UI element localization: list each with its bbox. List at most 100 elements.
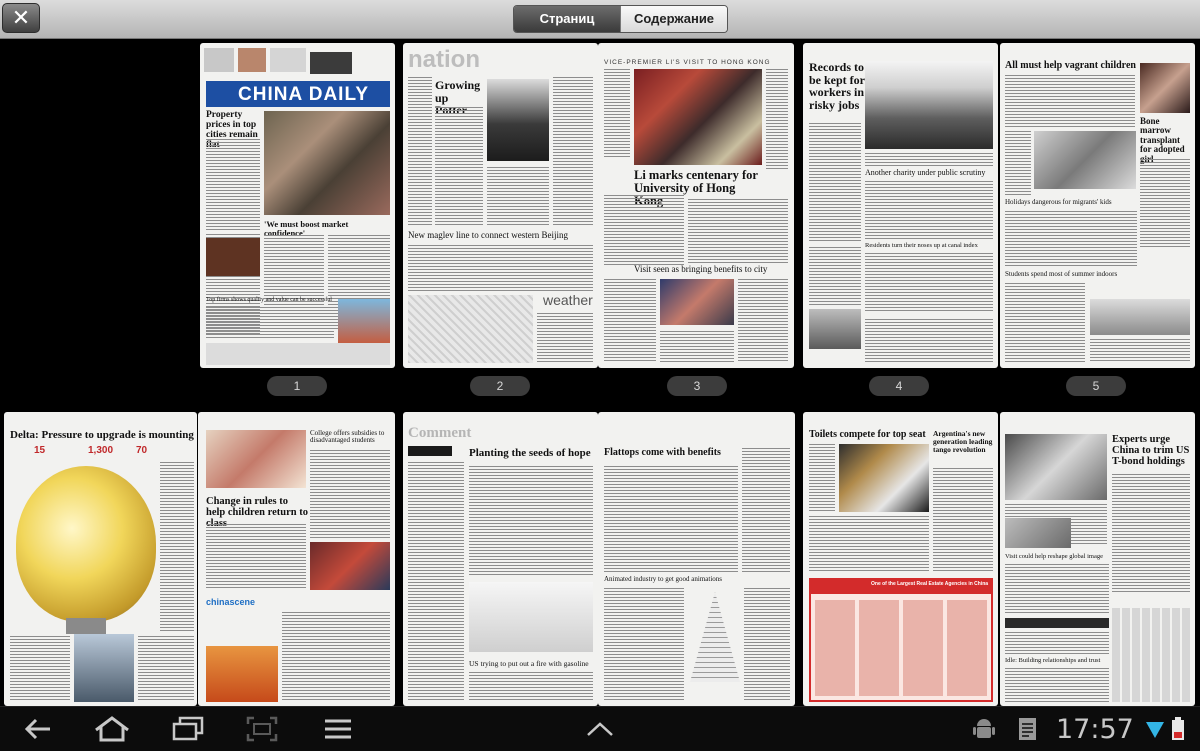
headline: Animated industry to get good animations bbox=[604, 575, 723, 583]
page-thumbnail-1[interactable]: CHINA DAILY Property prices in top citie… bbox=[200, 43, 395, 368]
page-thumbnail-8[interactable]: Comment Planting the seeds of hope US tr… bbox=[403, 412, 598, 706]
section-title: Comment bbox=[408, 425, 472, 441]
stat-figure: 1,300 bbox=[88, 445, 114, 456]
article-text bbox=[1005, 632, 1109, 654]
page-number-5[interactable]: 5 bbox=[1066, 376, 1126, 396]
teaser-text bbox=[270, 48, 306, 72]
battery-icon bbox=[1172, 717, 1184, 740]
page-thumbnail-4[interactable]: Records to be kept for workers in risky … bbox=[803, 43, 998, 368]
photo bbox=[1005, 518, 1071, 548]
article-text bbox=[1090, 339, 1190, 363]
page-thumbnail-5[interactable]: All must help vagrant children Bone marr… bbox=[1000, 43, 1195, 368]
photo bbox=[487, 79, 549, 161]
lead-photo bbox=[634, 69, 762, 165]
headline: Argentina's new generation leading tango… bbox=[933, 429, 993, 454]
headline: Experts urge China to trim US T-bond hol… bbox=[1112, 434, 1190, 468]
article-text bbox=[1005, 564, 1109, 614]
screenshot-icon[interactable] bbox=[244, 714, 280, 744]
photo bbox=[206, 430, 306, 488]
home-icon[interactable] bbox=[92, 714, 132, 744]
page-thumbnail-7[interactable]: College offers subsidies to disadvantage… bbox=[198, 412, 395, 706]
system-navigation-bar: 17:57 bbox=[0, 706, 1200, 751]
footer-teasers bbox=[206, 343, 390, 365]
photo bbox=[660, 279, 734, 325]
teaser-photo bbox=[310, 52, 352, 74]
article-text bbox=[738, 279, 788, 363]
photo bbox=[1140, 63, 1190, 113]
article-text bbox=[660, 331, 734, 363]
article-text bbox=[310, 450, 390, 540]
page-number-3[interactable]: 3 bbox=[667, 376, 727, 396]
page-thumbnail-3[interactable]: VICE-PREMIER LI'S VISIT TO HONG KONG Li … bbox=[598, 43, 794, 368]
section-title: nation bbox=[408, 46, 480, 73]
chinadaily-logo bbox=[408, 446, 452, 456]
page-thumbnail-2[interactable]: nation Growing up Potter New maglev line… bbox=[403, 43, 598, 368]
android-icon[interactable] bbox=[972, 714, 996, 744]
article-text bbox=[408, 462, 464, 702]
weather-map bbox=[408, 295, 533, 363]
headline: Residents turn their noses up at canal i… bbox=[865, 242, 978, 249]
back-icon[interactable] bbox=[20, 714, 56, 744]
lead-photo bbox=[865, 61, 993, 149]
page-thumbnail-6[interactable]: Delta: Pressure to upgrade is mounting 1… bbox=[4, 412, 197, 706]
photo bbox=[839, 444, 929, 512]
page-thumbnail-11[interactable]: Experts urge China to trim US T-bond hol… bbox=[1000, 412, 1195, 706]
article-text bbox=[1005, 131, 1031, 197]
tab-contents[interactable]: Содержание bbox=[620, 6, 727, 32]
page-number-1[interactable]: 1 bbox=[267, 376, 327, 396]
illustration bbox=[690, 592, 740, 682]
wifi-icon bbox=[1146, 722, 1164, 738]
article-text bbox=[435, 107, 483, 227]
tab-pages[interactable]: Страниц bbox=[514, 6, 620, 32]
headline: Holidays dangerous for migrants' kids bbox=[1005, 198, 1112, 206]
headline: Delta: Pressure to upgrade is mounting bbox=[10, 429, 194, 441]
chevron-up-icon[interactable] bbox=[584, 714, 616, 744]
photo bbox=[206, 646, 278, 702]
article-text bbox=[469, 466, 593, 576]
page-thumbnail-9[interactable]: Flattops come with benefits Animated ind… bbox=[598, 412, 795, 706]
lead-photo bbox=[1005, 434, 1107, 500]
article-text bbox=[408, 245, 593, 291]
article-text bbox=[1005, 668, 1109, 702]
article-text bbox=[553, 77, 593, 227]
article-text bbox=[604, 69, 630, 159]
article-text bbox=[206, 307, 334, 339]
menu-icon[interactable] bbox=[322, 714, 354, 744]
article-text bbox=[604, 466, 738, 572]
lightbulb-illustration bbox=[16, 466, 156, 622]
headline: US trying to put out a fire with gasolin… bbox=[469, 659, 589, 668]
lead-photo bbox=[1034, 131, 1136, 189]
article-text bbox=[865, 181, 993, 241]
article-text bbox=[1112, 474, 1190, 594]
article-text bbox=[138, 636, 194, 702]
article-text bbox=[487, 167, 549, 227]
article-text bbox=[809, 247, 861, 307]
view-switcher: Страниц Содержание bbox=[513, 5, 728, 33]
clock: 17:57 bbox=[1056, 714, 1134, 745]
headline: Students spend most of summer indoors bbox=[1005, 270, 1118, 278]
close-button[interactable]: ✕ bbox=[2, 3, 40, 33]
section-label: chinascene bbox=[206, 597, 256, 607]
article-text bbox=[865, 253, 993, 313]
article-text bbox=[1005, 75, 1135, 127]
close-icon: ✕ bbox=[11, 6, 31, 31]
recent-apps-icon[interactable] bbox=[170, 714, 206, 744]
headline: Records to be kept for workers in risky … bbox=[809, 60, 865, 112]
advert-title: One of the Largest Real Estate Agencies … bbox=[871, 581, 989, 587]
page-number-4[interactable]: 4 bbox=[869, 376, 929, 396]
lightbulb-base bbox=[66, 618, 106, 634]
photo bbox=[206, 238, 260, 276]
page-number-2[interactable]: 2 bbox=[470, 376, 530, 396]
article-text bbox=[469, 672, 593, 702]
page-thumbnail-10[interactable]: Toilets compete for top seat Argentina's… bbox=[803, 412, 998, 706]
article-text bbox=[809, 123, 861, 243]
headline: New maglev line to connect western Beiji… bbox=[408, 230, 568, 240]
article-text bbox=[206, 524, 306, 590]
article-text bbox=[809, 516, 929, 572]
article-text bbox=[766, 69, 788, 169]
notes-icon[interactable] bbox=[1016, 714, 1040, 744]
top-bar: ✕ Страниц Содержание bbox=[0, 0, 1200, 39]
headline: Another charity under public scrutiny bbox=[865, 168, 986, 177]
article-text bbox=[206, 139, 260, 231]
article-text bbox=[865, 319, 993, 363]
